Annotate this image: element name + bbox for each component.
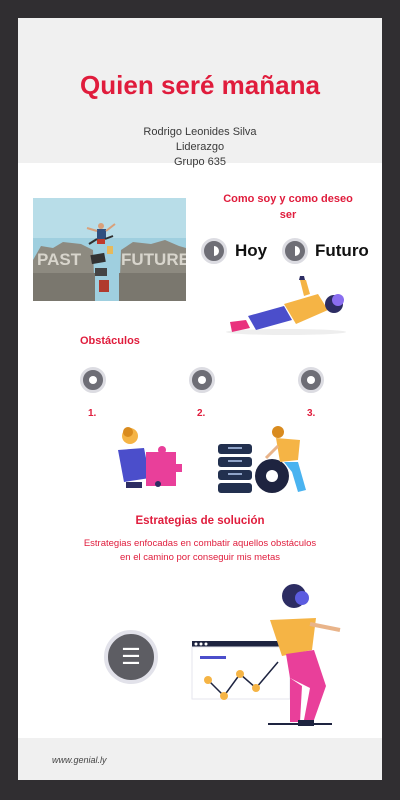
obstacle-1-number: 1. xyxy=(88,408,97,419)
obstacle-2-button[interactable] xyxy=(189,367,215,393)
puzzle-person-illustration xyxy=(118,427,182,488)
svg-text:FUTURE: FUTURE xyxy=(121,250,186,269)
infographic-page: Quien seré mañana Rodrigo Leonides Silva… xyxy=(18,18,382,780)
compare-heading: Como soy y como deseo ser xyxy=(223,193,353,221)
growth-woman-illustration xyxy=(191,584,341,726)
hamburger-icon: ☰ xyxy=(121,644,141,669)
future-info-button[interactable] xyxy=(282,238,308,264)
obstacle-1-button[interactable] xyxy=(80,367,106,393)
page-title: Quien seré mañana xyxy=(80,70,320,100)
obstacles-heading: Obstáculos xyxy=(80,335,140,347)
author-block: Rodrigo Leonides Silva Liderazgo Grupo 6… xyxy=(18,125,382,170)
obstacle-3-button[interactable] xyxy=(298,367,324,393)
svg-text:PAST: PAST xyxy=(37,250,82,269)
genially-link[interactable]: www.genial.ly xyxy=(52,755,107,765)
author-name: Rodrigo Leonides Silva xyxy=(143,126,257,138)
strategies-description: Estrategias enfocadas en combatir aquell… xyxy=(83,538,317,563)
menu-button[interactable]: ☰ xyxy=(104,630,158,684)
future-label: Futuro xyxy=(315,241,369,260)
group-name: Grupo 635 xyxy=(174,156,226,168)
server-tire-illustration xyxy=(218,426,306,493)
past-future-illustration: PAST FUTURE xyxy=(33,198,186,301)
strategies-heading: Estrategias de solución xyxy=(135,515,265,527)
obstacle-2-number: 2. xyxy=(197,408,206,419)
subject-name: Liderazgo xyxy=(175,141,225,153)
obstacle-3-number: 3. xyxy=(307,408,316,419)
past-future-image: PAST FUTURE xyxy=(33,198,186,301)
today-label: Hoy xyxy=(235,241,268,260)
today-info-button[interactable] xyxy=(201,238,227,264)
reclining-person-illustration xyxy=(226,276,346,335)
